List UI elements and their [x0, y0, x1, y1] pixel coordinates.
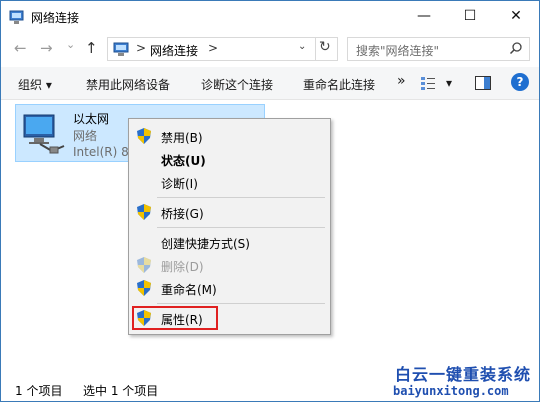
item-count: 1 个项目 — [15, 384, 63, 398]
breadcrumb-network-connections[interactable]: 网络连接 — [150, 42, 198, 59]
more-commands-button[interactable]: » — [397, 73, 406, 89]
explorer-window: 网络连接 — ☐ ✕ ← → ⌄ ↑ > 网络连接 > ⌄ ↻ 搜索"网络连接" — [0, 0, 540, 402]
window-title: 网络连接 — [31, 11, 80, 25]
watermark-url: baiyunxitong.com — [393, 384, 509, 398]
menu-item-label: 状态(U) — [161, 154, 206, 168]
diagnose-connection-button[interactable]: 诊断这个连接 — [201, 76, 273, 93]
uac-shield-icon — [137, 128, 151, 144]
menu-item-diagnose[interactable]: 诊断(I) — [129, 171, 330, 193]
menu-item-label: 重命名(M) — [161, 283, 217, 297]
rename-connection-button[interactable]: 重命名此连接 — [303, 76, 375, 93]
highlight-box — [132, 306, 218, 330]
address-dropdown-button[interactable]: ⌄ — [298, 41, 306, 52]
refresh-button[interactable]: ↻ — [319, 39, 331, 55]
help-button[interactable]: ? — [511, 73, 529, 91]
change-view-icon[interactable] — [421, 77, 435, 90]
menu-separator — [157, 197, 325, 198]
menu-item-status[interactable]: 状态(U) — [129, 148, 330, 170]
menu-separator — [157, 303, 325, 304]
breadcrumb-trailing-chevron[interactable]: > — [208, 41, 218, 55]
back-button[interactable]: ← — [14, 39, 27, 57]
item-name: 以太网 — [73, 112, 110, 126]
up-button[interactable]: ↑ — [85, 39, 98, 57]
watermark-title: 白云一键重装系统 — [395, 365, 532, 384]
search-box[interactable]: 搜索"网络连接" — [347, 37, 530, 61]
search-input[interactable]: 搜索"网络连接" — [356, 42, 439, 59]
menu-item-label: 禁用(B) — [161, 131, 203, 145]
organize-button[interactable]: 组织 ▾ — [18, 76, 52, 93]
address-separator — [315, 38, 316, 60]
menu-item-label: 桥接(G) — [161, 207, 204, 221]
address-row: ← → ⌄ ↑ > 网络连接 > ⌄ ↻ 搜索"网络连接" — [1, 36, 539, 62]
preview-pane-icon[interactable] — [475, 76, 491, 90]
minimize-button[interactable]: — — [401, 1, 447, 32]
item-status: 网络 — [73, 129, 98, 143]
recent-locations-button[interactable]: ⌄ — [66, 38, 75, 51]
selected-count: 选中 1 个项目 — [83, 384, 159, 398]
context-menu: 禁用(B) 状态(U) 诊断(I) 桥接(G) 创建快捷方式(S) 删除(D) … — [128, 118, 331, 335]
network-connections-icon — [9, 10, 24, 24]
close-button[interactable]: ✕ — [493, 1, 539, 32]
item-adapter: Intel(R) 82 — [73, 145, 137, 159]
menu-item-create-shortcut[interactable]: 创建快捷方式(S) — [129, 231, 330, 253]
menu-separator — [157, 227, 325, 228]
menu-item-bridge[interactable]: 桥接(G) — [129, 201, 330, 223]
uac-shield-icon — [137, 280, 151, 296]
menu-item-disable[interactable]: 禁用(B) — [129, 125, 330, 147]
menu-item-label: 诊断(I) — [161, 177, 198, 191]
menu-item-label: 创建快捷方式(S) — [161, 237, 250, 251]
menu-item-label: 删除(D) — [161, 260, 204, 274]
menu-item-delete: 删除(D) — [129, 254, 330, 276]
menu-item-rename[interactable]: 重命名(M) — [129, 277, 330, 299]
uac-shield-icon — [137, 257, 151, 273]
view-dropdown-button[interactable]: ▾ — [446, 76, 452, 90]
search-icon — [509, 42, 522, 55]
uac-shield-icon — [137, 204, 151, 220]
address-bar[interactable]: > 网络连接 > ⌄ ↻ — [107, 37, 338, 61]
network-folder-icon — [113, 42, 129, 56]
maximize-button[interactable]: ☐ — [447, 1, 493, 32]
forward-button[interactable]: → — [40, 39, 53, 57]
title-bar: 网络连接 — ☐ ✕ — [1, 1, 539, 32]
disable-device-button[interactable]: 禁用此网络设备 — [86, 76, 170, 93]
breadcrumb-chevron[interactable]: > — [136, 41, 146, 55]
ethernet-adapter-icon — [23, 114, 65, 154]
command-bar: 组织 ▾ 禁用此网络设备 诊断这个连接 重命名此连接 » ▾ ? — [1, 67, 539, 100]
